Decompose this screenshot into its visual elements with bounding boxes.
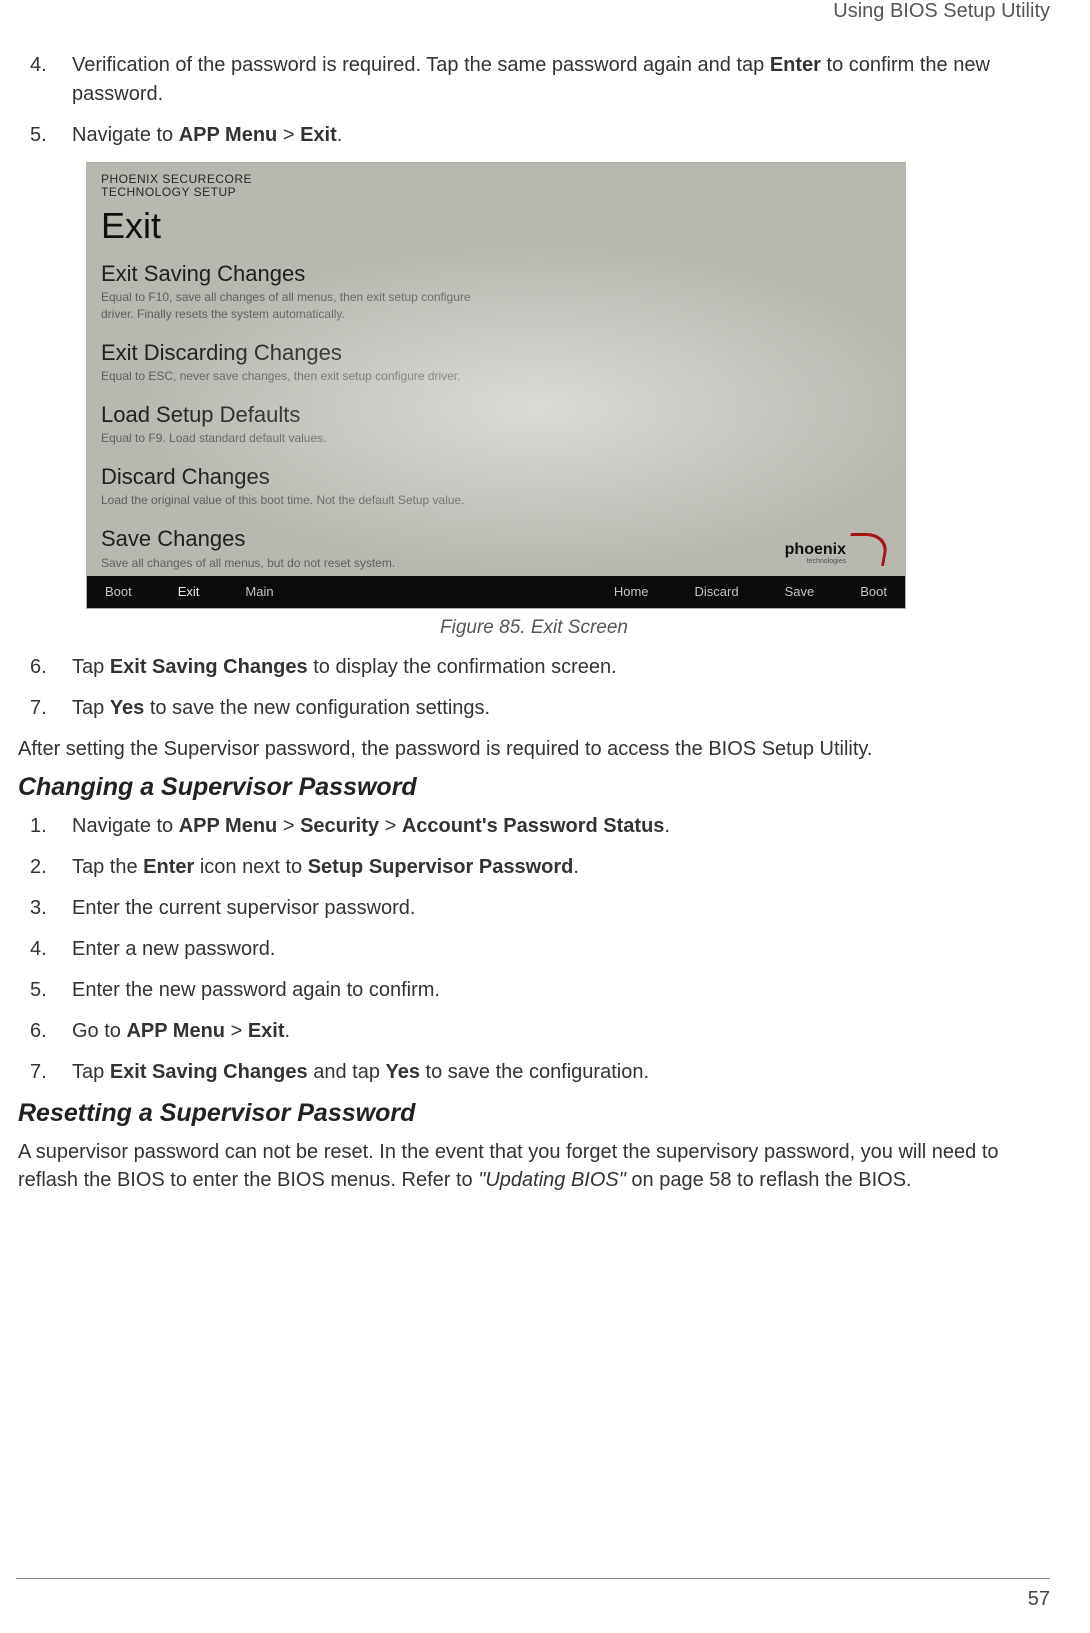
list-item-number: 6. — [18, 1017, 72, 1046]
list-item-number: 1. — [18, 812, 72, 841]
list-item-text: Enter the current supervisor password. — [72, 894, 1050, 923]
bios-option-title: Exit Discarding Changes — [101, 340, 891, 366]
list-item-number: 7. — [18, 694, 72, 723]
bios-exit-screenshot: PHOENIX SECURECORE TECHNOLOGY SETUP Exit… — [86, 162, 906, 609]
bold-term: Setup Supervisor Password — [308, 856, 574, 878]
list-item-text: Tap Exit Saving Changes to display the c… — [72, 653, 1050, 682]
bios-option-desc: Load the original value of this boot tim… — [101, 492, 481, 508]
bold-term: Exit Saving Changes — [110, 1061, 308, 1083]
phoenix-logo-text: phoenix — [785, 541, 846, 558]
list-item: 5.Navigate to APP Menu > Exit. — [18, 121, 1050, 150]
bios-option[interactable]: Exit Saving ChangesEqual to F10, save al… — [101, 261, 891, 321]
list-item: 7.Tap Yes to save the new configuration … — [18, 694, 1050, 723]
bios-option-desc: Equal to ESC, never save changes, then e… — [101, 368, 481, 384]
bios-option-desc: Equal to F10, save all changes of all me… — [101, 289, 481, 321]
bios-screen-title: Exit — [101, 205, 891, 247]
bios-option[interactable]: Exit Discarding Changes Equal to ESC, nev… — [101, 340, 891, 384]
list-item-text: Tap Yes to save the new configuration se… — [72, 694, 1050, 723]
bios-option[interactable]: Discard Changes Load the original value o… — [101, 464, 891, 508]
bold-term: APP Menu — [126, 1020, 225, 1042]
intro-step-list: 4.Verification of the password is requir… — [18, 51, 1050, 150]
bios-option-desc: Save all changes of all menus, but do no… — [101, 554, 481, 571]
list-item: 3.Enter the current supervisor password. — [18, 894, 1050, 923]
list-item-text: Go to APP Menu > Exit. — [72, 1017, 1050, 1046]
list-item-text: Tap Exit Saving Changes and tap Yes to s… — [72, 1058, 1050, 1087]
page-number: 57 — [1028, 1588, 1050, 1611]
bios-option-title: Exit Saving Changes — [101, 261, 891, 287]
change-step-list: 1.Navigate to APP Menu > Security > Acco… — [18, 812, 1050, 1087]
list-item-text: Enter the new password again to confirm. — [72, 976, 1050, 1005]
footer-rule — [16, 1578, 1050, 1579]
bold-term: Yes — [110, 697, 144, 719]
bios-action-home[interactable]: Home — [614, 584, 649, 599]
list-item-number: 7. — [18, 1058, 72, 1087]
bios-brand-line2: TECHNOLOGY SETUP — [101, 186, 891, 199]
bios-tab-exit[interactable]: Exit — [178, 584, 200, 599]
list-item: 1.Navigate to APP Menu > Security > Acco… — [18, 812, 1050, 841]
bold-term: APP Menu — [179, 124, 278, 146]
bios-action-discard[interactable]: Discard — [695, 584, 739, 599]
list-item: 6.Tap Exit Saving Changes to display the… — [18, 653, 1050, 682]
phoenix-logo-subtext: technologies — [785, 559, 846, 565]
page-header: Using BIOS Setup Utility — [18, 0, 1050, 23]
list-item-text: Verification of the password is required… — [72, 51, 1050, 109]
bold-term: Exit Saving Changes — [110, 656, 308, 678]
list-item: 2.Tap the Enter icon next to Setup Super… — [18, 853, 1050, 882]
bold-term: Exit — [248, 1020, 285, 1042]
list-item-number: 4. — [18, 935, 72, 964]
bold-term: Exit — [300, 124, 337, 146]
reset-paragraph: A supervisor password can not be reset. … — [18, 1138, 1050, 1194]
bios-tab-boot[interactable]: Boot — [105, 584, 132, 599]
bios-option-title: Discard Changes — [101, 464, 891, 490]
bios-option[interactable]: Save Changes Save all changes of all menu… — [101, 526, 891, 571]
list-item-number: 5. — [18, 976, 72, 1005]
bold-term: Enter — [770, 54, 821, 76]
bold-term: Yes — [386, 1061, 420, 1083]
after-setting-paragraph: After setting the Supervisor password, t… — [18, 735, 1050, 763]
italic-reference: "Updating BIOS" — [478, 1169, 626, 1191]
bios-option-title: Load Setup Defaults — [101, 402, 891, 428]
list-item: 7.Tap Exit Saving Changes and tap Yes to… — [18, 1058, 1050, 1087]
bold-term: APP Menu — [179, 815, 278, 837]
list-item-number: 3. — [18, 894, 72, 923]
bios-action-save[interactable]: Save — [785, 584, 815, 599]
bios-tab-main[interactable]: Main — [245, 584, 273, 599]
section-resetting-password: Resetting a Supervisor Password — [18, 1099, 1050, 1128]
list-item-text: Tap the Enter icon next to Setup Supervi… — [72, 853, 1050, 882]
bold-term: Security — [300, 815, 379, 837]
list-item-text: Navigate to APP Menu > Security > Accoun… — [72, 812, 1050, 841]
list-item-number: 5. — [18, 121, 72, 150]
post-figure-step-list: 6.Tap Exit Saving Changes to display the… — [18, 653, 1050, 723]
page-content: 4.Verification of the password is requir… — [18, 51, 1050, 1194]
phoenix-logo: phoenix technologies — [785, 533, 887, 566]
list-item-number: 2. — [18, 853, 72, 882]
figure-85: PHOENIX SECURECORE TECHNOLOGY SETUP Exit… — [86, 162, 1050, 609]
figure-caption: Figure 85. Exit Screen — [18, 617, 1050, 639]
list-item: 6.Go to APP Menu > Exit. — [18, 1017, 1050, 1046]
list-item-number: 6. — [18, 653, 72, 682]
list-item: 4.Enter a new password. — [18, 935, 1050, 964]
list-item-text: Navigate to APP Menu > Exit. — [72, 121, 1050, 150]
list-item: 5.Enter the new password again to confir… — [18, 976, 1050, 1005]
list-item: 4.Verification of the password is requir… — [18, 51, 1050, 109]
list-item-text: Enter a new password. — [72, 935, 1050, 964]
bios-option[interactable]: Load Setup Defaults Equal to F9. Load sta… — [101, 402, 891, 446]
bold-term: Enter — [143, 856, 194, 878]
list-item-number: 4. — [18, 51, 72, 109]
bios-action-boot[interactable]: Boot — [860, 584, 887, 599]
bios-option-title: Save Changes — [101, 526, 891, 552]
bios-option-desc: Equal to F9. Load standard default value… — [101, 430, 481, 446]
bios-bottom-bar: Boot Exit Main Home Discard Save Boot — [87, 576, 905, 608]
bold-term: Account's Password Status — [402, 815, 665, 837]
phoenix-swoosh-icon — [845, 533, 890, 566]
section-changing-password: Changing a Supervisor Password — [18, 773, 1050, 802]
